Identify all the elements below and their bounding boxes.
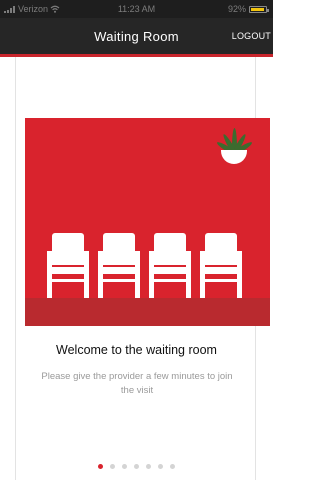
page-dot[interactable]: [170, 464, 175, 469]
logout-button[interactable]: LOGOUT: [232, 31, 271, 41]
page-dot[interactable]: [122, 464, 127, 469]
chair-icon: [200, 233, 242, 299]
page-dot[interactable]: [134, 464, 139, 469]
waiting-room-illustration: [25, 118, 270, 326]
page-indicator: [0, 464, 273, 469]
chair-icon: [149, 233, 191, 299]
chair-icon: [47, 233, 89, 299]
chair-icon: [98, 233, 140, 299]
navigation-bar: Waiting Room LOGOUT: [0, 18, 273, 54]
status-right: 92%: [227, 4, 269, 14]
floor: [25, 298, 270, 326]
page-dot[interactable]: [110, 464, 115, 469]
accent-divider: [0, 54, 273, 57]
page-dot[interactable]: [158, 464, 163, 469]
content-border-left: [15, 57, 16, 480]
welcome-heading: Welcome to the waiting room: [56, 343, 217, 357]
battery-icon: [249, 5, 269, 13]
battery-cap: [267, 8, 269, 12]
page-dot[interactable]: [98, 464, 103, 469]
battery-level-fill: [251, 7, 264, 11]
battery-percent: 92%: [227, 4, 246, 14]
page-dot[interactable]: [146, 464, 151, 469]
plant-pot: [221, 150, 247, 164]
potted-plant-icon: [215, 126, 254, 164]
welcome-message: Please give the provider a few minutes t…: [41, 371, 233, 396]
status-bar: Verizon 11:23 AM 92%: [0, 0, 273, 18]
